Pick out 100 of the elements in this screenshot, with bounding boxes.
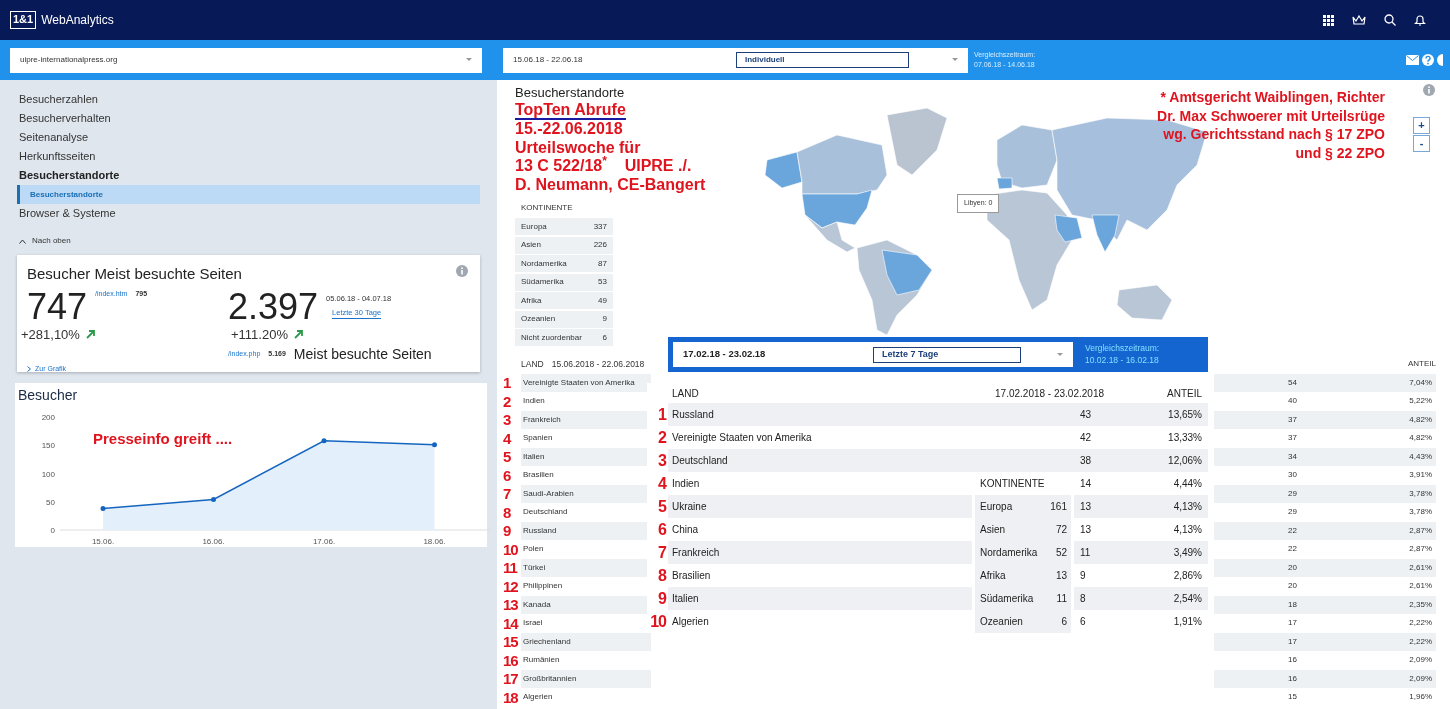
rank-number: 4 [503,430,512,446]
table-cell-text: 2,09% [1408,654,1433,667]
table-cell: Großbritannien [521,669,651,688]
table-cell-text: 9 [1079,569,1087,583]
help-icon[interactable] [1422,54,1434,66]
table-cell-text: 3,78% [1408,506,1433,519]
table-cell: 29 [1214,484,1314,503]
site-select[interactable]: uipre-internationalpress.org [10,47,482,73]
table-cell: 4,43% [1314,447,1436,466]
table-cell: 43 [1074,403,1108,426]
table-cell-text: 22 [1287,543,1298,556]
nav-item[interactable]: Herkunftsseiten [17,147,480,166]
table-cell-text: Rumänien [522,654,561,667]
table-cell: 3,49% [1108,541,1208,564]
rank-number: 10 [503,541,519,557]
annotation-line: 15.-22.06.2018 [515,120,624,139]
nav-item[interactable]: Besucherzahlen [17,90,480,109]
continent-row: Europa 337 [515,218,613,235]
table-cell-text: Brasilien [671,569,712,583]
table-cell-text: Indien [522,395,546,408]
visitor-count: 2.397 [228,288,319,325]
table-cell-text: 37 [1287,432,1298,445]
table-cell-text: Algerien [522,691,554,704]
table-cell-text: 1,96% [1408,691,1433,704]
table-cell-text: 3,91% [1408,469,1433,482]
nav-item[interactable]: Browser & Systeme [17,204,480,223]
table-cell: 17 [1214,632,1314,651]
table-cell: 13 [1044,564,1071,587]
rank-number: 7 [503,486,512,502]
table-cell-text: 17 [1287,617,1298,630]
table-cell: 11 [1074,541,1108,564]
table-cell: Asien [975,518,1044,541]
table-cell-text: Spanien [522,432,554,445]
table-cell: 22 [1214,521,1314,540]
rank-number: 15 [503,634,519,650]
table-cell: Ozeanien [975,610,1044,633]
notifications-icon[interactable] [1414,14,1426,26]
table-cell-text: Polen [522,543,545,556]
nav-item[interactable]: Seitenanalyse [17,128,480,147]
crown-icon[interactable] [1352,14,1366,26]
table-cell-text: 30 [1287,469,1298,482]
mail-icon[interactable] [1406,55,1419,65]
table-cell: 18 [1214,595,1314,614]
table-cell: 4,13% [1108,495,1208,518]
axis-label: 150 [41,441,55,451]
rank-number: 7 [657,542,668,563]
footnote-annotation: * Amtsgericht Waiblingen, Richter Dr. Max Schwoerer mit Urteilsrüge wg. Gerichtsstand nach § 17 ZPO und § 22 ZPO [1156,88,1385,162]
column-header: LAND [671,386,700,401]
table-cell-text: 29 [1287,506,1298,519]
column-header: ANTEIL [1166,386,1203,401]
search-icon[interactable] [1384,14,1396,26]
table-cell-text: 16 [1287,654,1298,667]
table-cell: 2,35% [1314,595,1436,614]
continent-row: Nicht zuordenbar 6 [515,329,613,346]
table-cell: 4,82% [1314,410,1436,429]
nav-item[interactable]: Besucherverhalten [17,109,480,128]
zoom-out-button[interactable]: - [1413,135,1430,152]
info-icon[interactable] [456,265,468,277]
table-cell: 7,04% [1314,373,1436,392]
table-cell-text: 13,33% [1167,431,1203,445]
date-range-field[interactable]: 15.06.18 - 22.06.18 Individuell [503,47,968,73]
chevron-up-icon[interactable] [19,238,26,244]
table-cell-text: Philippinen [522,580,564,593]
table-cell-text: Brasilien [522,469,555,482]
rank-number: 5 [503,449,512,465]
date-range-field[interactable]: 17.02.18 - 23.02.18 Letzte 7 Tage [673,342,1073,367]
continent-row: Nordamerika 87 [515,255,613,272]
chevron-right-icon[interactable] [27,366,31,373]
preset-select[interactable]: Letzte 7 Tage [873,346,1021,363]
table-cell: 2,54% [1108,587,1208,610]
rank-number: 12 [503,578,519,594]
card-title: Besucher [27,264,91,284]
back-to-top-link[interactable]: Nach oben [32,235,71,247]
table-cell-text: 2,86% [1172,569,1203,583]
apps-grid-icon[interactable] [1323,14,1334,26]
continent-row: Afrika 49 [515,292,613,309]
table-cell: 11 [1044,587,1071,610]
rank-number: 6 [503,467,512,483]
axis-label: 18.06. [423,537,446,546]
table-cell-text: Vereinigte Staaten von Amerika [671,431,813,445]
preset-select[interactable]: Individuell [736,52,909,68]
column-header: ANTEIL [1407,358,1436,371]
table-cell: 2,22% [1314,632,1436,651]
table-cell: Nordamerika [975,541,1044,564]
nav-subitem[interactable]: Besucherstandorte [17,185,480,204]
table-cell: Vereinigte Staaten von Amerika [521,373,651,392]
table-cell-text: Algerien [671,615,710,629]
table-cell-text: 2,87% [1408,543,1433,556]
table-cell-text: 5,22% [1408,395,1433,408]
annotation-line: 13 C 522/18$^{*}$ UIPRE ./. [515,157,693,176]
rank-number: 14 [503,615,520,631]
rank-number: 1 [503,375,512,391]
table-cell: 12,06% [1108,449,1208,472]
nav-item[interactable]: Besucherstandorte [17,166,480,185]
table-cell: 6 [1044,610,1071,633]
info-icon[interactable] [1423,84,1435,96]
rank-number: 9 [657,588,668,609]
section-caption: Meist besuchte Seiten [293,345,432,364]
axis-label: 50 [46,497,55,507]
zoom-in-button[interactable]: + [1413,117,1430,134]
